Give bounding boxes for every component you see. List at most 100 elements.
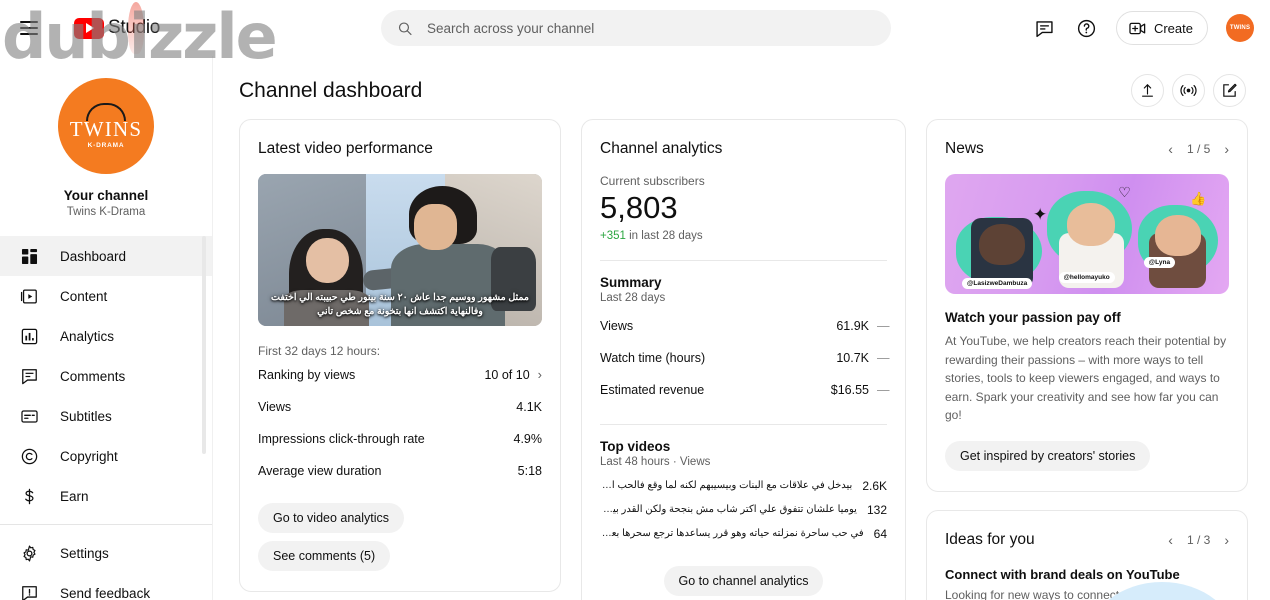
create-post-button[interactable]	[1213, 74, 1246, 107]
sidebar-item-label: Subtitles	[60, 408, 112, 424]
sidebar-item-label: Comments	[60, 368, 126, 384]
top-video-title: في حب ساحرة نمزلته حياته وهو قرر يساعدها…	[600, 528, 864, 540]
column-news-ideas: News ‹ 1 / 5 › ✦ ♡ 👍 @LasizweDambuza @he…	[926, 119, 1248, 600]
card-title: News	[945, 140, 984, 157]
summary-row-views: Views 61.9K —	[600, 310, 890, 342]
sidebar-item-label: Earn	[60, 488, 89, 504]
sidebar-item-send-feedback[interactable]: Send feedback	[0, 573, 212, 600]
sidebar-item-dashboard[interactable]: Dashboard	[0, 236, 212, 276]
banner-tag: @LasizweDambuza	[962, 278, 1033, 290]
see-comments-button[interactable]: See comments (5)	[258, 541, 391, 571]
sidebar-divider	[0, 524, 212, 525]
thumbnail-figure-woman-face	[306, 237, 349, 284]
column-latest-video: Latest video performance ممثل مشهور ووسي…	[239, 119, 561, 600]
trend-flat-icon: —	[877, 318, 890, 333]
top-videos-subtitle: Last 48 hours · Views	[600, 455, 711, 468]
current-subscribers-label: Current subscribers	[600, 174, 705, 188]
news-card: News ‹ 1 / 5 › ✦ ♡ 👍 @LasizweDambuza @he…	[926, 119, 1248, 492]
news-banner-image[interactable]: ✦ ♡ 👍 @LasizweDambuza @hellomayuko @Lyna	[945, 174, 1229, 294]
sidebar-item-analytics[interactable]: Analytics	[0, 316, 212, 356]
search-input[interactable]	[426, 20, 875, 36]
sidebar-item-comments[interactable]: Comments	[0, 356, 212, 396]
thumbnail-caption: ممثل مشهور ووسيم جدا عاش ٢٠ سنة بينور طي…	[271, 291, 529, 318]
account-avatar[interactable]: TWINS	[1226, 14, 1254, 42]
youtube-studio-logo[interactable]: Studio	[74, 17, 160, 39]
sidebar-item-label: Dashboard	[60, 248, 127, 264]
help-icon[interactable]	[1070, 11, 1104, 45]
create-video-icon	[1129, 22, 1146, 34]
content-icon	[18, 285, 40, 307]
earn-icon	[18, 485, 40, 507]
dashboard-icon	[18, 245, 40, 267]
thumbs-up-icon: 👍	[1190, 190, 1207, 206]
metric-value: 5:18	[517, 464, 542, 478]
card-title: Ideas for you	[945, 530, 1035, 548]
create-button[interactable]: Create	[1115, 11, 1208, 45]
next-arrow-icon[interactable]: ›	[1224, 141, 1229, 157]
metric-value: 4.9%	[513, 432, 543, 446]
feedback-icon[interactable]	[1028, 11, 1062, 45]
go-to-channel-analytics-button[interactable]: Go to channel analytics	[663, 565, 824, 596]
summary-value: $16.55	[830, 382, 869, 397]
top-bar: Studio Search across your channel Create…	[0, 0, 1270, 56]
card-title: Channel analytics	[600, 140, 723, 157]
top-video-row[interactable]: بيدخل في علاقات مع البنات وبيسيبهم لكنه …	[600, 474, 887, 498]
banner-person-head	[1155, 214, 1201, 256]
sidebar-item-settings[interactable]: Settings	[0, 533, 212, 573]
copyright-icon	[18, 445, 40, 467]
prev-arrow-icon[interactable]: ‹	[1168, 141, 1173, 157]
go-to-video-analytics-button[interactable]: Go to video analytics	[258, 503, 405, 533]
upload-video-button[interactable]	[1131, 74, 1164, 107]
sidebar-scrollbar[interactable]	[202, 236, 206, 454]
chevron-right-icon: ›	[537, 367, 542, 382]
sidebar-item-earn[interactable]: Earn	[0, 476, 212, 516]
sidebar-item-label: Content	[60, 288, 108, 304]
top-bar-actions: Create TWINS	[1028, 0, 1254, 56]
trend-flat-icon: —	[877, 350, 890, 365]
channel-avatar-text: TWINS	[69, 117, 143, 141]
search-box[interactable]	[381, 10, 891, 46]
news-pager: ‹ 1 / 5 ›	[1168, 141, 1229, 157]
banner-tag: @hellomayuko	[1058, 272, 1115, 284]
channel-name: Twins K-Drama	[66, 206, 146, 218]
top-video-row[interactable]: يوميا علشان تتفوق علي اكتر شاب مش بنجحة …	[600, 498, 887, 522]
top-video-views: 64	[873, 526, 887, 541]
sidebar-item-label: Copyright	[60, 448, 118, 464]
metric-ranking-by-views[interactable]: Ranking by views 10 of 10 ›	[258, 358, 542, 391]
card-divider	[600, 259, 887, 261]
ideas-pager: ‹ 1 / 3 ›	[1168, 532, 1229, 548]
top-video-row[interactable]: في حب ساحرة نمزلته حياته وهو قرر يساعدها…	[600, 522, 887, 546]
trend-flat-icon: —	[877, 382, 890, 397]
sidebar-item-copyright[interactable]: Copyright	[0, 436, 212, 476]
news-body: At YouTube, we help creators reach their…	[945, 334, 1227, 423]
next-arrow-icon[interactable]: ›	[1224, 532, 1229, 548]
channel-avatar[interactable]: TWINS K-DRAMA	[58, 78, 154, 174]
subscriber-count: 5,803	[600, 190, 678, 225]
menu-icon[interactable]	[20, 16, 44, 40]
summary-label: Estimated revenue	[600, 382, 705, 397]
subscriber-delta-suffix: in last 28 days	[629, 229, 703, 242]
summary-value: 10.7K	[836, 350, 869, 365]
comments-icon	[18, 365, 40, 387]
metric-ctr: Impressions click-through rate 4.9%	[258, 423, 542, 455]
go-live-button[interactable]	[1172, 74, 1205, 107]
your-channel-label: Your channel	[63, 188, 149, 203]
page-title: Channel dashboard	[239, 78, 423, 102]
create-button-label: Create	[1153, 20, 1193, 36]
card-divider	[600, 423, 887, 425]
metric-label: Views	[258, 400, 292, 414]
sidebar-item-subtitles[interactable]: Subtitles	[0, 396, 212, 436]
sidebar-item-label: Settings	[60, 545, 109, 561]
get-inspired-button[interactable]: Get inspired by creators' stories	[945, 440, 1151, 471]
channel-analytics-card: Channel analytics Current subscribers 5,…	[581, 119, 906, 600]
subtitles-icon	[18, 405, 40, 427]
video-thumbnail[interactable]: ممثل مشهور ووسيم جدا عاش ٢٠ سنة بينور طي…	[258, 174, 542, 326]
top-videos-title: Top videos	[600, 438, 671, 454]
metric-value: 4.1K	[516, 400, 542, 414]
summary-period: Last 28 days	[600, 291, 666, 304]
prev-arrow-icon[interactable]: ‹	[1168, 532, 1173, 548]
summary-title: Summary	[600, 274, 662, 290]
sidebar-item-content[interactable]: Content	[0, 276, 212, 316]
summary-value: 61.9K	[836, 318, 869, 333]
ideas-for-you-card: Ideas for you ‹ 1 / 3 › Connect with bra…	[926, 509, 1248, 600]
